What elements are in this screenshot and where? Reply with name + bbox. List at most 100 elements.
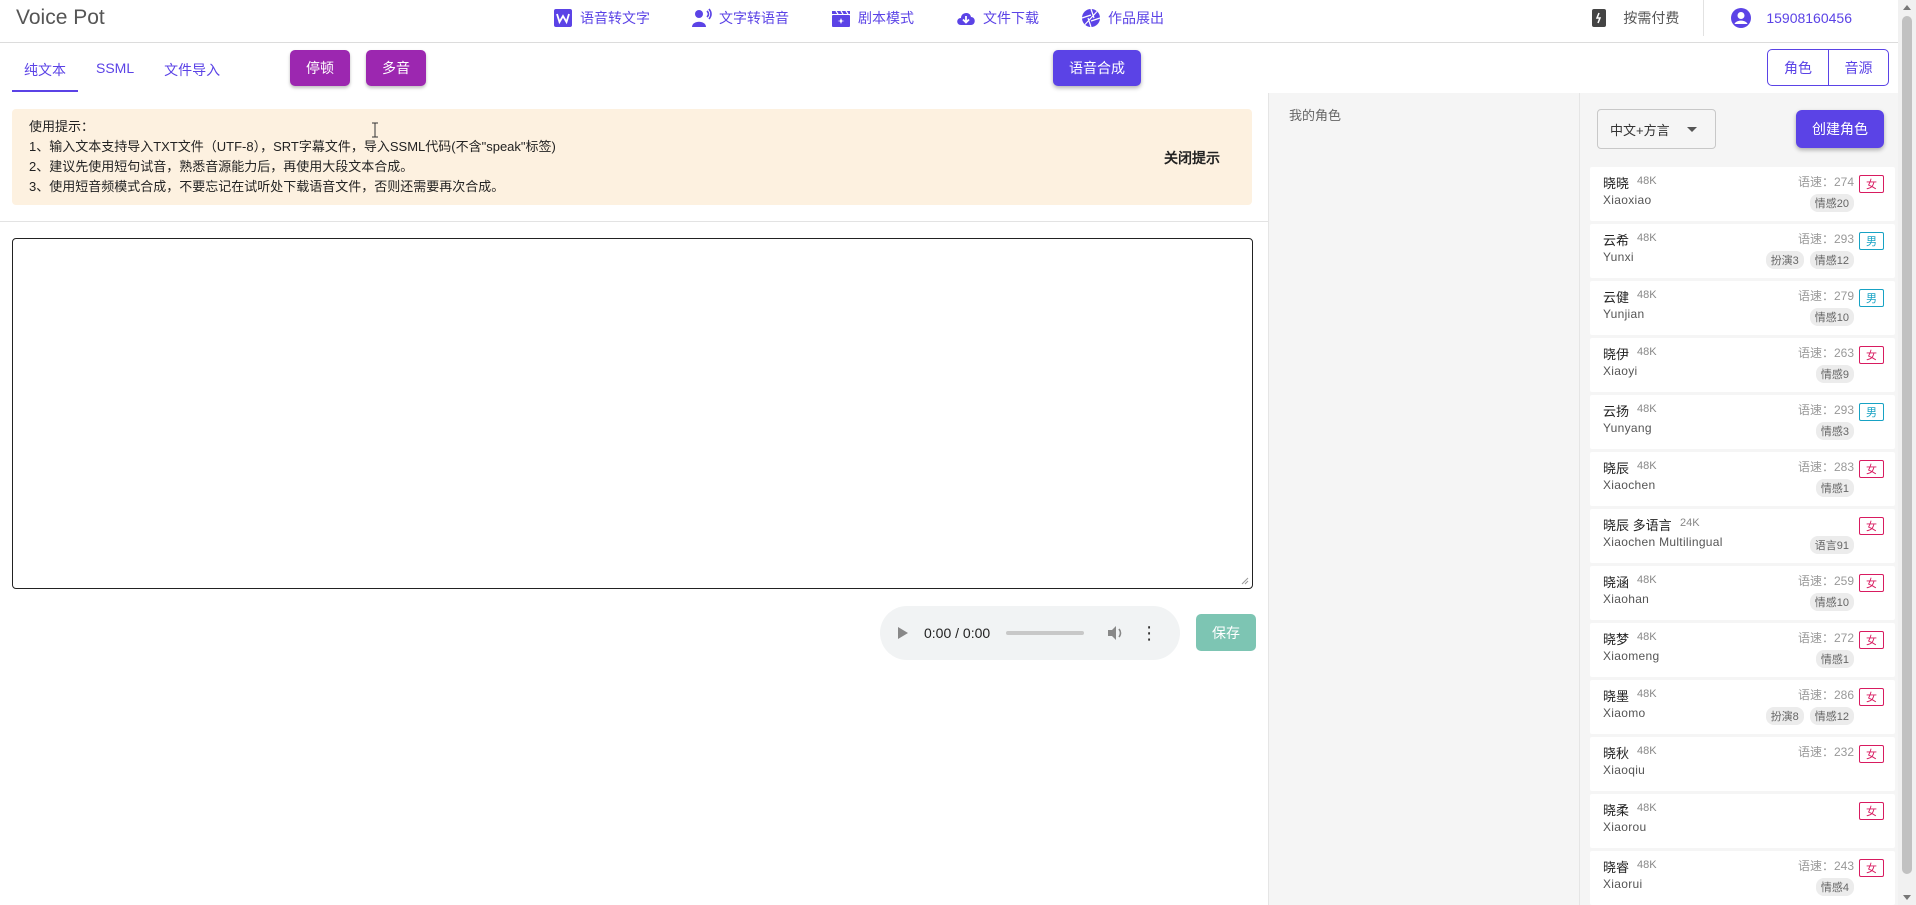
polyphone-button[interactable]: 多音 — [366, 50, 426, 86]
user-account-menu[interactable]: 15908160456 — [1704, 7, 1898, 29]
camera-aperture-icon — [1081, 8, 1101, 28]
top-navbar: Voice Pot 语音转文字 文字转语音 剧本模式 文件下载 作品展出 按需付… — [0, 0, 1898, 43]
close-tips-button[interactable]: 关闭提示 — [1164, 148, 1220, 168]
voice-card[interactable]: 晓睿 Xiaorui 语速：243 女情感4 48K — [1590, 851, 1895, 905]
voice-tags: 情感20 — [1804, 194, 1854, 212]
scrollbar-thumb[interactable] — [1902, 16, 1912, 874]
tips-title: 使用提示： — [29, 119, 95, 134]
voice-card[interactable]: 晓晓 Xiaoxiao 语速：274 女情感20 48K — [1590, 167, 1895, 221]
voice-card[interactable]: 晓梦 Xiaomeng 语速：272 女情感1 48K — [1590, 623, 1895, 677]
voice-sample-rate: 48K — [1637, 745, 1657, 757]
scroll-up-icon[interactable] — [1903, 5, 1911, 10]
pay-as-you-go-link[interactable]: 按需付费 — [1591, 0, 1705, 36]
user-phone: 15908160456 — [1766, 10, 1852, 26]
gender-badge: 男 — [1859, 232, 1884, 250]
gender-badge: 女 — [1859, 859, 1884, 877]
audio-progress-slider[interactable] — [1006, 631, 1085, 635]
voice-speed: 语速：272 — [1797, 631, 1854, 645]
voice-name: 晓秋 — [1603, 746, 1630, 761]
pause-button[interactable]: 停顿 — [290, 50, 350, 86]
voice-name: 晓墨 — [1603, 689, 1630, 704]
voice-card[interactable]: 云健 Yunjian 语速：279 男情感10 48K — [1590, 281, 1895, 335]
voice-tag: 情感4 — [1815, 878, 1854, 896]
voice-card[interactable]: 晓涵 Xiaohan 语速：259 女情感10 48K — [1590, 566, 1895, 620]
voice-english-name: Xiaohan — [1603, 592, 1650, 606]
voice-tag: 情感20 — [1809, 194, 1854, 212]
nav-label: 语音转文字 — [580, 10, 650, 26]
voice-name: 晓梦 — [1603, 632, 1630, 647]
voice-tag: 情感3 — [1815, 422, 1854, 440]
gender-badge: 女 — [1859, 802, 1884, 820]
text-input-area[interactable] — [12, 238, 1253, 589]
save-button[interactable]: 保存 — [1196, 614, 1256, 651]
gender-badge: 女 — [1859, 745, 1884, 763]
voice-card[interactable]: 晓柔 Xiaorou 女 48K — [1590, 794, 1895, 848]
voice-tags: 情感1 — [1810, 650, 1854, 668]
nav-showcase[interactable]: 作品展出 — [1080, 0, 1164, 36]
voice-speed: 语速：263 — [1797, 346, 1854, 360]
voice-english-name: Xiaochen — [1603, 478, 1656, 492]
volume-icon[interactable] — [1106, 625, 1126, 641]
voice-name: 晓辰 — [1603, 461, 1630, 476]
nav-label: 文字转语音 — [719, 10, 789, 26]
app-logo-text[interactable]: Voice Pot — [16, 6, 105, 30]
voice-tag: 情感12 — [1809, 251, 1854, 269]
nav-speech-to-text[interactable]: 语音转文字 — [552, 0, 650, 36]
voice-sample-rate: 48K — [1637, 175, 1657, 187]
voice-card[interactable]: 晓辰 多语言 Xiaochen Multilingual 女语言91 24K — [1590, 509, 1895, 563]
voice-speed: 语速：293 — [1797, 403, 1854, 417]
nav-file-download[interactable]: 文件下载 — [955, 0, 1039, 36]
nav-script-mode[interactable]: 剧本模式 — [830, 0, 914, 36]
voice-card[interactable]: 云扬 Yunyang 语速：293 男情感3 48K — [1590, 395, 1895, 449]
voice-list-panel: 中文+方言 创建角色 晓晓 Xiaoxiao 语速：274 女情感20 48K 云希 Yun… — [1579, 93, 1898, 905]
voice-tag: 情感10 — [1809, 308, 1854, 326]
speaker-person-icon — [692, 8, 712, 27]
voice-tag: 情感10 — [1809, 593, 1854, 611]
voice-tags: 情感1 — [1810, 479, 1854, 497]
user-avatar-icon — [1731, 8, 1752, 28]
play-icon[interactable] — [898, 627, 908, 639]
voice-tags: 语言91 — [1804, 536, 1854, 554]
voice-sample-rate: 48K — [1637, 688, 1657, 700]
toggle-role[interactable]: 角色 — [1768, 50, 1828, 85]
toggle-source[interactable]: 音源 — [1828, 50, 1888, 85]
voice-tag: 情感9 — [1815, 365, 1854, 383]
voice-sample-rate: 48K — [1637, 460, 1657, 472]
language-select[interactable]: 中文+方言 — [1597, 109, 1716, 149]
word-doc-icon — [554, 9, 572, 27]
voice-tags: 情感10 — [1804, 308, 1854, 326]
voice-speed: 语速：232 — [1797, 745, 1854, 759]
gender-badge: 男 — [1859, 289, 1884, 307]
voice-sample-rate: 48K — [1637, 403, 1657, 415]
tab-plain-text[interactable]: 纯文本 — [12, 48, 78, 92]
page-scrollbar[interactable] — [1898, 0, 1916, 905]
nav-text-to-speech[interactable]: 文字转语音 — [691, 0, 789, 36]
voice-speed: 语速：243 — [1797, 859, 1854, 873]
create-role-button[interactable]: 创建角色 — [1796, 110, 1884, 148]
tips-line: 2、建议先使用短句试音，熟悉音源能力后，再使用大段文本合成。 — [29, 159, 414, 174]
voice-card[interactable]: 晓伊 Xiaoyi 语速：263 女情感9 48K — [1590, 338, 1895, 392]
tab-file-import[interactable]: 文件导入 — [152, 48, 232, 92]
scroll-down-icon[interactable] — [1903, 895, 1911, 900]
voice-card[interactable]: 晓墨 Xiaomo 语速：286 女扮演8 情感12 48K — [1590, 680, 1895, 734]
voice-tag: 情感12 — [1809, 707, 1854, 725]
audio-player: 0:00 / 0:00 ⋮ — [880, 606, 1180, 660]
nav-label: 文件下载 — [983, 10, 1039, 26]
voice-name: 晓睿 — [1603, 860, 1630, 875]
voice-sample-rate: 48K — [1637, 232, 1657, 244]
voice-speed: 语速：259 — [1797, 574, 1854, 588]
voice-card[interactable]: 晓秋 Xiaoqiu 语速：232 女 48K — [1590, 737, 1895, 791]
synthesize-button[interactable]: 语音合成 — [1053, 50, 1141, 86]
voice-name: 晓柔 — [1603, 803, 1630, 818]
main-nav: 语音转文字 文字转语音 剧本模式 文件下载 作品展出 — [552, 0, 1205, 36]
resize-handle-icon[interactable] — [1241, 577, 1249, 585]
voice-tags: 扮演3 情感12 — [1760, 251, 1854, 269]
tab-ssml[interactable]: SSML — [84, 48, 146, 92]
my-roles-panel: 我的角色 — [1268, 93, 1579, 905]
gender-badge: 男 — [1859, 403, 1884, 421]
voice-card[interactable]: 云希 Yunxi 语速：293 男扮演3 情感12 48K — [1590, 224, 1895, 278]
voice-english-name: Xiaomo — [1603, 706, 1646, 720]
voice-sample-rate: 48K — [1637, 574, 1657, 586]
voice-card[interactable]: 晓辰 Xiaochen 语速：283 女情感1 48K — [1590, 452, 1895, 506]
more-options-icon[interactable]: ⋮ — [1140, 624, 1158, 642]
